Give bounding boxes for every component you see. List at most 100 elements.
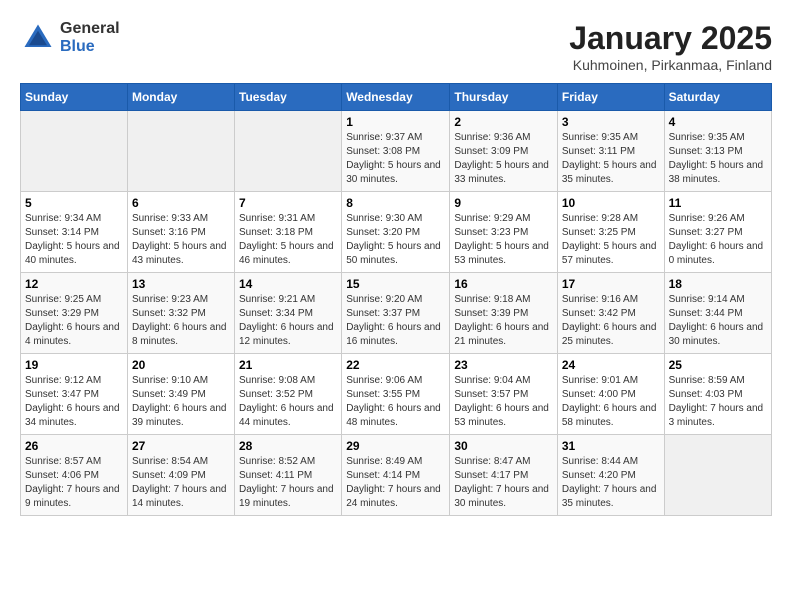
day-number: 20: [132, 358, 230, 372]
day-number: 21: [239, 358, 337, 372]
calendar-cell: 6 Sunrise: 9:33 AM Sunset: 3:16 PM Daylig…: [127, 192, 234, 273]
day-info: Sunrise: 9:23 AM Sunset: 3:32 PM Dayligh…: [132, 293, 230, 349]
day-number: 11: [669, 196, 767, 210]
day-number: 5: [25, 196, 123, 210]
day-info: Sunrise: 9:30 AM Sunset: 3:20 PM Dayligh…: [346, 212, 445, 268]
weekday-header-thursday: Thursday: [450, 84, 558, 111]
day-info: Sunrise: 9:01 AM Sunset: 4:00 PM Dayligh…: [562, 374, 660, 430]
calendar-cell: 4 Sunrise: 9:35 AM Sunset: 3:13 PM Daylig…: [664, 111, 771, 192]
calendar-cell: 5 Sunrise: 9:34 AM Sunset: 3:14 PM Daylig…: [21, 192, 128, 273]
calendar-subtitle: Kuhmoinen, Pirkanmaa, Finland: [569, 57, 772, 73]
day-info: Sunrise: 9:12 AM Sunset: 3:47 PM Dayligh…: [25, 374, 123, 430]
day-number: 25: [669, 358, 767, 372]
calendar-cell: 15Sunrise: 9:20 AM Sunset: 3:37 PM Dayli…: [342, 273, 450, 354]
calendar-cell: 10Sunrise: 9:28 AM Sunset: 3:25 PM Dayli…: [557, 192, 664, 273]
day-info: Sunrise: 9:21 AM Sunset: 3:34 PM Dayligh…: [239, 293, 337, 349]
day-number: 8: [346, 196, 445, 210]
page-header: General Blue January 2025 Kuhmoinen, Pir…: [20, 20, 772, 73]
day-number: 16: [454, 277, 553, 291]
calendar-cell: 24Sunrise: 9:01 AM Sunset: 4:00 PM Dayli…: [557, 354, 664, 435]
day-info: Sunrise: 9:33 AM Sunset: 3:16 PM Dayligh…: [132, 212, 230, 268]
day-info: Sunrise: 9:26 AM Sunset: 3:27 PM Dayligh…: [669, 212, 767, 268]
calendar-cell: 29 Sunrise: 8:49 AM Sunset: 4:14 PM Dayli…: [342, 435, 450, 516]
day-info: Sunrise: 9:10 AM Sunset: 3:49 PM Dayligh…: [132, 374, 230, 430]
logo: General Blue: [20, 20, 120, 56]
day-number: 15: [346, 277, 445, 291]
calendar-cell: 3 Sunrise: 9:35 AM Sunset: 3:11 PM Daylig…: [557, 111, 664, 192]
day-number: 18: [669, 277, 767, 291]
day-number: 29: [346, 439, 445, 453]
day-info: Sunrise: 9:28 AM Sunset: 3:25 PM Dayligh…: [562, 212, 660, 268]
calendar-cell: 19Sunrise: 9:12 AM Sunset: 3:47 PM Dayli…: [21, 354, 128, 435]
calendar-cell: 22 Sunrise: 9:06 AM Sunset: 3:55 PM Dayli…: [342, 354, 450, 435]
day-number: 26: [25, 439, 123, 453]
day-number: 9: [454, 196, 553, 210]
calendar-week-row: 26Sunrise: 8:57 AM Sunset: 4:06 PM Dayli…: [21, 435, 772, 516]
day-info: Sunrise: 9:25 AM Sunset: 3:29 PM Dayligh…: [25, 293, 123, 349]
day-number: 13: [132, 277, 230, 291]
calendar-cell: 21Sunrise: 9:08 AM Sunset: 3:52 PM Dayli…: [235, 354, 342, 435]
day-number: 31: [562, 439, 660, 453]
day-info: Sunrise: 8:49 AM Sunset: 4:14 PM Dayligh…: [346, 455, 445, 511]
calendar-week-row: 1Sunrise: 9:37 AM Sunset: 3:08 PM Daylig…: [21, 111, 772, 192]
calendar-cell: 20 Sunrise: 9:10 AM Sunset: 3:49 PM Dayli…: [127, 354, 234, 435]
day-info: Sunrise: 8:59 AM Sunset: 4:03 PM Dayligh…: [669, 374, 767, 430]
weekday-header-wednesday: Wednesday: [342, 84, 450, 111]
calendar-cell: 13 Sunrise: 9:23 AM Sunset: 3:32 PM Dayli…: [127, 273, 234, 354]
day-info: Sunrise: 9:06 AM Sunset: 3:55 PM Dayligh…: [346, 374, 445, 430]
weekday-header-friday: Friday: [557, 84, 664, 111]
calendar-week-row: 12Sunrise: 9:25 AM Sunset: 3:29 PM Dayli…: [21, 273, 772, 354]
calendar-cell: 23 Sunrise: 9:04 AM Sunset: 3:57 PM Dayli…: [450, 354, 558, 435]
day-info: Sunrise: 9:14 AM Sunset: 3:44 PM Dayligh…: [669, 293, 767, 349]
calendar-cell: 7 Sunrise: 9:31 AM Sunset: 3:18 PM Daylig…: [235, 192, 342, 273]
calendar-cell: 12Sunrise: 9:25 AM Sunset: 3:29 PM Dayli…: [21, 273, 128, 354]
day-info: Sunrise: 9:29 AM Sunset: 3:23 PM Dayligh…: [454, 212, 553, 268]
day-number: 2: [454, 115, 553, 129]
weekday-header-sunday: Sunday: [21, 84, 128, 111]
day-number: 7: [239, 196, 337, 210]
calendar-cell: 2 Sunrise: 9:36 AM Sunset: 3:09 PM Daylig…: [450, 111, 558, 192]
calendar-cell: 31Sunrise: 8:44 AM Sunset: 4:20 PM Dayli…: [557, 435, 664, 516]
calendar-cell: 11 Sunrise: 9:26 AM Sunset: 3:27 PM Dayli…: [664, 192, 771, 273]
weekday-header-saturday: Saturday: [664, 84, 771, 111]
weekday-header-monday: Monday: [127, 84, 234, 111]
logo-icon: [20, 20, 56, 56]
day-number: 1: [346, 115, 445, 129]
calendar-cell: [21, 111, 128, 192]
day-info: Sunrise: 9:18 AM Sunset: 3:39 PM Dayligh…: [454, 293, 553, 349]
calendar-cell: [664, 435, 771, 516]
calendar-cell: 26Sunrise: 8:57 AM Sunset: 4:06 PM Dayli…: [21, 435, 128, 516]
calendar-table: SundayMondayTuesdayWednesdayThursdayFrid…: [20, 83, 772, 516]
calendar-cell: 9 Sunrise: 9:29 AM Sunset: 3:23 PM Daylig…: [450, 192, 558, 273]
calendar-cell: 17Sunrise: 9:16 AM Sunset: 3:42 PM Dayli…: [557, 273, 664, 354]
day-info: Sunrise: 9:31 AM Sunset: 3:18 PM Dayligh…: [239, 212, 337, 268]
day-number: 6: [132, 196, 230, 210]
day-number: 3: [562, 115, 660, 129]
calendar-cell: 25 Sunrise: 8:59 AM Sunset: 4:03 PM Dayli…: [664, 354, 771, 435]
calendar-cell: 28 Sunrise: 8:52 AM Sunset: 4:11 PM Dayli…: [235, 435, 342, 516]
day-info: Sunrise: 9:35 AM Sunset: 3:13 PM Dayligh…: [669, 131, 767, 187]
day-info: Sunrise: 9:36 AM Sunset: 3:09 PM Dayligh…: [454, 131, 553, 187]
day-info: Sunrise: 8:52 AM Sunset: 4:11 PM Dayligh…: [239, 455, 337, 511]
calendar-week-row: 5 Sunrise: 9:34 AM Sunset: 3:14 PM Daylig…: [21, 192, 772, 273]
calendar-cell: [127, 111, 234, 192]
day-number: 22: [346, 358, 445, 372]
calendar-cell: 1Sunrise: 9:37 AM Sunset: 3:08 PM Daylig…: [342, 111, 450, 192]
weekday-header-row: SundayMondayTuesdayWednesdayThursdayFrid…: [21, 84, 772, 111]
logo-general-text: General: [60, 20, 120, 38]
calendar-cell: 18 Sunrise: 9:14 AM Sunset: 3:44 PM Dayli…: [664, 273, 771, 354]
day-number: 17: [562, 277, 660, 291]
day-info: Sunrise: 8:54 AM Sunset: 4:09 PM Dayligh…: [132, 455, 230, 511]
day-number: 23: [454, 358, 553, 372]
calendar-week-row: 19Sunrise: 9:12 AM Sunset: 3:47 PM Dayli…: [21, 354, 772, 435]
day-number: 27: [132, 439, 230, 453]
day-info: Sunrise: 9:04 AM Sunset: 3:57 PM Dayligh…: [454, 374, 553, 430]
calendar-cell: 14Sunrise: 9:21 AM Sunset: 3:34 PM Dayli…: [235, 273, 342, 354]
day-info: Sunrise: 9:34 AM Sunset: 3:14 PM Dayligh…: [25, 212, 123, 268]
day-info: Sunrise: 9:35 AM Sunset: 3:11 PM Dayligh…: [562, 131, 660, 187]
calendar-title: January 2025: [569, 20, 772, 57]
calendar-cell: 30Sunrise: 8:47 AM Sunset: 4:17 PM Dayli…: [450, 435, 558, 516]
day-number: 4: [669, 115, 767, 129]
weekday-header-tuesday: Tuesday: [235, 84, 342, 111]
day-number: 28: [239, 439, 337, 453]
